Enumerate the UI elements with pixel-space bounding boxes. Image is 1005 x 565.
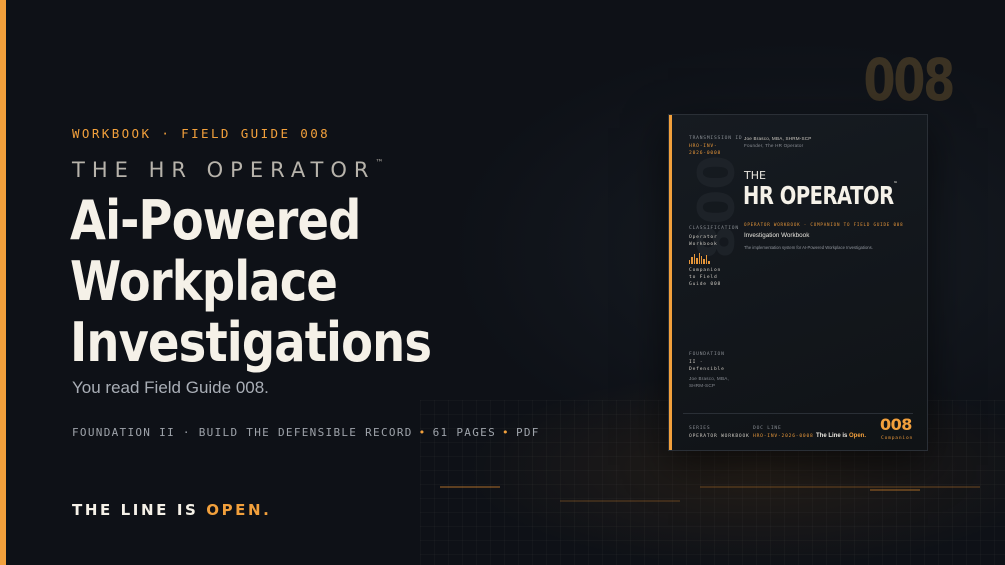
meta-separator: • — [418, 426, 427, 439]
decorative-line — [700, 486, 980, 488]
cover-footer-tagline-emphasis: Open. — [849, 433, 867, 439]
cover-subhead: Investigation Workbook — [744, 232, 810, 239]
cover-footer-doc: HRO-INV-2026-0008 — [753, 434, 814, 439]
meta-line: FOUNDATION II · BUILD THE DEFENSIBLE REC… — [72, 426, 540, 439]
title-line: Investigations — [70, 311, 432, 374]
meta-separator: • — [502, 426, 510, 439]
cover-footer-number-caption: Companion — [881, 436, 914, 441]
cover-author: Joe Brasco, MBA, SHRM-SCP — [744, 136, 812, 141]
tagline: THE LINE IS OPEN. — [72, 501, 271, 519]
cover-transmission-label: TRANSMISSION ID — [689, 136, 743, 141]
cover-foundation: II · Defensible — [689, 360, 725, 372]
cover-classification: Operator Workbook — [689, 235, 718, 247]
cover-divider — [683, 413, 913, 414]
cover-trademark: ™ — [893, 181, 898, 187]
cover-transmission-id: HRO-INV-2026-0008 — [689, 144, 722, 156]
tagline-emphasis: OPEN. — [206, 501, 272, 519]
guide-number: 008 — [863, 46, 955, 114]
cover-footer-tagline: The Line is Open. — [816, 433, 866, 439]
eyebrow-label: WORKBOOK · FIELD GUIDE 008 — [72, 126, 331, 141]
decorative-line — [870, 489, 920, 491]
subtitle: You read Field Guide 008. — [72, 378, 269, 397]
cover-title-text: HR OPERATOR — [743, 181, 894, 210]
cover-footer-number: 008 — [880, 415, 912, 434]
cover-footer-doc-label: DOC LINE — [753, 426, 782, 431]
cover-foundation-label: FOUNDATION — [689, 352, 725, 357]
trademark-mark: ™ — [375, 158, 384, 167]
meta-format: PDF — [515, 426, 540, 439]
title-line: Ai-Powered — [70, 189, 361, 252]
left-accent-bar — [0, 0, 6, 565]
workbook-cover: 008 TRANSMISSION ID HRO-INV-2026-0008 Jo… — [668, 114, 928, 451]
meta-pages: 61 PAGES — [432, 426, 496, 439]
cover-description: The implementation system for AI-Powered… — [744, 245, 873, 250]
cover-foundation-author: Joe Brasco, MBA, SHRM-SCP — [689, 376, 729, 388]
page-title: Ai-Powered Workplace Investigations — [70, 189, 432, 374]
meta-series: FOUNDATION II · BUILD THE DEFENSIBLE REC… — [72, 426, 413, 439]
cover-footer-tagline-prefix: The Line is — [816, 433, 848, 439]
cover-series-line: OPERATOR WORKBOOK · COMPANION TO FIELD G… — [744, 222, 904, 227]
decorative-line — [560, 500, 680, 502]
brand-text: THE HR OPERATOR — [72, 158, 376, 182]
cover-footer-series: OPERATOR WORKBOOK — [689, 434, 750, 439]
title-line: Workplace — [70, 250, 338, 313]
cover-classification-label: CLASSIFICATION — [689, 226, 739, 231]
decorative-line — [440, 486, 500, 488]
tagline-prefix: THE LINE IS — [72, 501, 199, 519]
cover-companion: Companion to Field Guide 008 — [689, 268, 722, 287]
brand-name: THE HR OPERATOR™ — [72, 158, 384, 182]
cover-title: HR OPERATOR™ — [743, 181, 898, 210]
cover-spine — [669, 115, 672, 450]
cover-author-role: Founder, The HR Operator — [744, 143, 804, 148]
cover-footer-series-label: SERIES — [689, 426, 711, 431]
cover-waveform-icon — [689, 253, 711, 264]
